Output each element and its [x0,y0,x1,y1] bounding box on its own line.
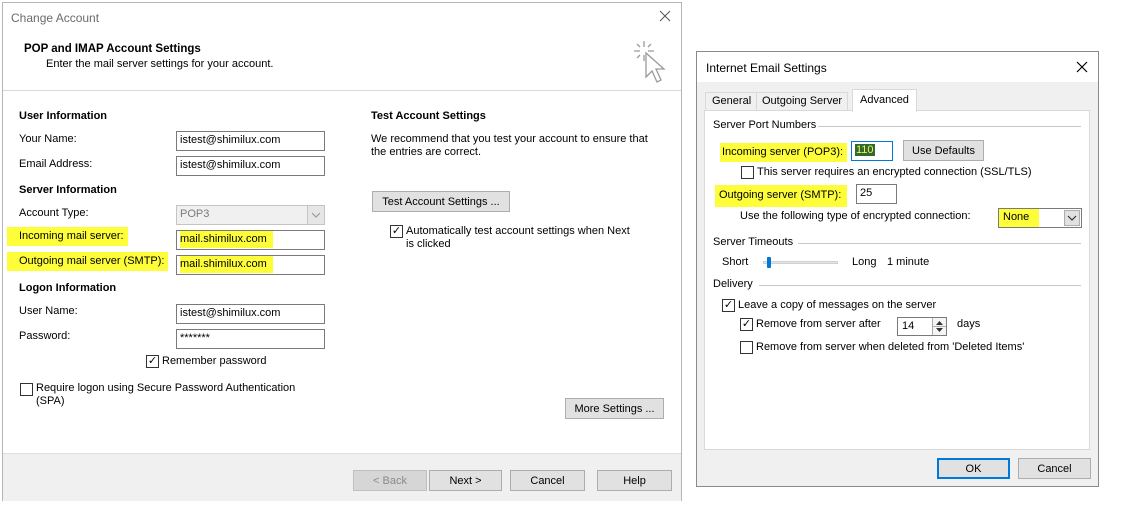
ssl-tls-checkbox[interactable] [741,166,754,179]
header-title: POP and IMAP Account Settings [24,43,201,55]
back-button[interactable]: < Back [353,470,427,491]
close-icon[interactable] [658,9,672,23]
remember-password-label: Remember password [162,355,267,367]
server-port-numbers-heading: Server Port Numbers [713,119,817,131]
outgoing-server-label: Outgoing server (SMTP): [715,185,848,207]
email-label: Email Address: [19,158,93,170]
remove-deleted-checkbox[interactable] [740,341,753,354]
incoming-mail-value: mail.shimilux.com [180,231,273,248]
your-name-field[interactable]: istest@shimilux.com [176,131,325,151]
incoming-port-field[interactable]: 110 [851,141,893,161]
ssl-tls-label: This server requires an encrypted connec… [757,166,1032,178]
test-description-1: We recommend that you test your account … [371,133,648,145]
delivery-heading: Delivery [713,278,753,290]
outgoing-mail-field[interactable]: mail.shimilux.com [176,255,325,275]
logon-info-heading: Logon Information [19,282,117,294]
require-spa-label: Require logon using Secure Password Auth… [36,382,296,394]
leave-copy-checkbox[interactable]: ✓ [722,299,735,312]
use-defaults-button[interactable]: Use Defaults [903,140,984,161]
test-description-2: the entries are correct. [371,146,482,158]
outgoing-mail-value: mail.shimilux.com [180,256,273,273]
timeout-slider[interactable] [763,257,839,269]
close-icon[interactable] [1075,60,1089,74]
outgoing-port-value: 25 [860,187,873,199]
header-subtitle: Enter the mail server settings for your … [46,58,274,70]
test-account-settings-button[interactable]: Test Account Settings ... [372,191,510,212]
server-info-heading: Server Information [19,184,117,196]
cursor-sparkle-icon [630,37,672,87]
email-field[interactable]: istest@shimilux.com [176,156,325,176]
remove-after-label: Remove from server after [756,318,881,330]
remove-days-value: 14 [902,320,915,332]
next-button[interactable]: Next > [429,470,502,491]
days-label: days [957,318,981,330]
chevron-down-icon [1064,210,1080,226]
remove-days-stepper[interactable]: 14 [897,317,947,336]
server-timeouts-divider [798,243,1081,244]
server-timeouts-heading: Server Timeouts [713,236,794,248]
header-divider [3,90,681,91]
remember-password-checkbox[interactable]: ✓ [146,355,159,368]
leave-copy-label: Leave a copy of messages on the server [738,299,937,311]
change-account-dialog: Change Account POP and IMAP Account Sett… [2,2,682,501]
timeout-short-label: Short [722,256,749,268]
user-info-heading: User Information [19,110,108,122]
stepper-arrows[interactable] [932,318,946,335]
chevron-down-icon [307,206,324,224]
outgoing-mail-label: Outgoing mail server (SMTP): [7,252,169,271]
window-title: Change Account [11,11,100,25]
help-button[interactable]: Help [597,470,672,491]
remove-after-checkbox[interactable]: ✓ [740,318,753,331]
delivery-divider [759,285,1081,286]
remove-deleted-label: Remove from server when deleted from 'De… [756,341,1025,353]
server-port-divider [818,126,1081,127]
slider-track [763,261,838,264]
encryption-type-select[interactable]: None [998,208,1082,228]
account-type-label: Account Type: [19,207,89,219]
timeout-value: 1 minute [887,256,930,268]
username-field[interactable]: istest@shimilux.com [176,304,325,324]
username-label: User Name: [19,305,78,317]
auto-test-label-2: is clicked [406,238,451,250]
cancel-button[interactable]: Cancel [1018,458,1091,479]
incoming-port-value: 110 [855,144,875,156]
incoming-mail-label: Incoming mail server: [7,227,128,246]
timeout-long-label: Long [852,256,877,268]
encryption-type-value: None [999,209,1040,227]
ok-button[interactable]: OK [937,458,1010,479]
tab-outgoing-server[interactable]: Outgoing Server [756,92,849,110]
more-settings-button[interactable]: More Settings ... [565,398,664,419]
internet-email-settings-dialog: Internet Email Settings General Outgoing… [696,51,1099,487]
window-title: Internet Email Settings [706,61,827,75]
account-type-value: POP3 [180,208,210,220]
incoming-server-label: Incoming server (POP3): [720,143,848,162]
account-type-select[interactable]: POP3 [176,205,325,225]
tab-advanced[interactable]: Advanced [852,89,917,112]
incoming-mail-field[interactable]: mail.shimilux.com [176,230,325,250]
outgoing-port-field[interactable]: 25 [856,184,897,204]
password-field[interactable]: ******* [176,329,325,349]
password-label: Password: [19,330,71,342]
slider-thumb[interactable] [767,257,771,268]
your-name-label: Your Name: [19,133,77,145]
auto-test-checkbox[interactable]: ✓ [390,225,403,238]
require-spa-label-2: (SPA) [36,395,65,407]
tab-general[interactable]: General [705,92,759,110]
auto-test-label: Automatically test account settings when… [406,225,630,237]
cancel-button[interactable]: Cancel [510,470,585,491]
test-settings-heading: Test Account Settings [371,110,486,122]
encryption-type-label: Use the following type of encrypted conn… [740,210,971,222]
require-spa-checkbox[interactable] [20,383,33,396]
